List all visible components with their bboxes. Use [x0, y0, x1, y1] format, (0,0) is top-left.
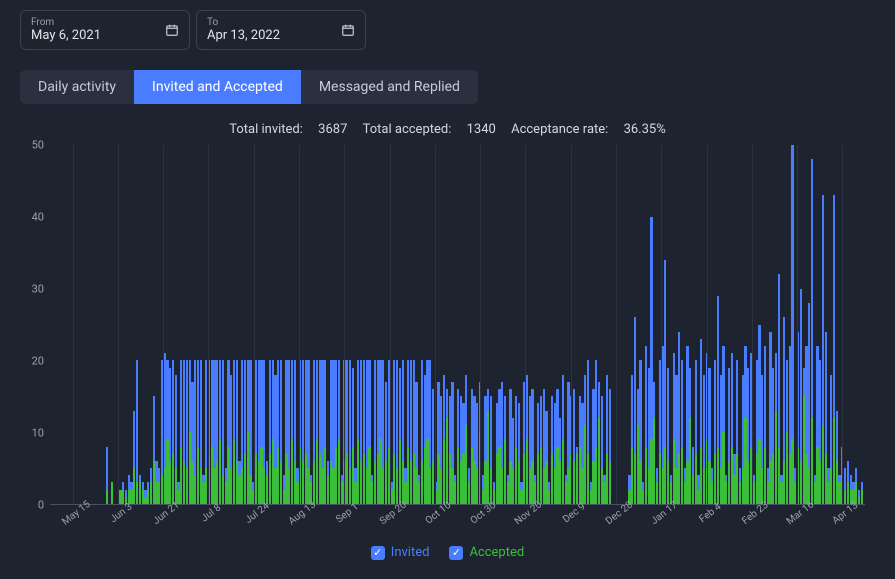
- x-axis: May 15Jun 3Jun 21Jul 8Jul 24Aug 13Sep 1S…: [50, 505, 865, 535]
- date-to-label: To: [207, 17, 280, 28]
- bar-slot: [860, 145, 863, 504]
- grid-line: [480, 145, 481, 504]
- date-from-value: May 6, 2021: [31, 28, 101, 43]
- date-from-label: From: [31, 17, 101, 28]
- grid-line: [299, 145, 300, 504]
- x-tick: Oct 10: [423, 500, 453, 527]
- chart-bars: [50, 145, 865, 504]
- chart-legend: ✓ Invited ✓ Accepted: [20, 545, 875, 560]
- grid-line: [525, 145, 526, 504]
- x-tick: Jul 24: [243, 501, 271, 526]
- grid-line: [752, 145, 753, 504]
- date-from-picker[interactable]: From May 6, 2021: [20, 10, 190, 50]
- chart-area: 01020304050: [50, 145, 865, 505]
- y-tick: 30: [32, 283, 44, 296]
- grid-line: [118, 145, 119, 504]
- legend-invited-label: Invited: [391, 545, 430, 560]
- checkbox-icon: ✓: [449, 546, 463, 560]
- grid-line: [208, 145, 209, 504]
- total-accepted-value: 1340: [467, 122, 496, 137]
- legend-invited[interactable]: ✓ Invited: [371, 545, 430, 560]
- grid-line: [435, 145, 436, 504]
- date-to-value: Apr 13, 2022: [207, 28, 280, 43]
- y-axis: 01020304050: [20, 145, 48, 505]
- y-tick: 20: [32, 355, 44, 368]
- total-invited-label: Total invited:: [229, 122, 303, 137]
- calendar-icon: [341, 23, 355, 37]
- tab-messaged-replied[interactable]: Messaged and Replied: [301, 70, 478, 104]
- total-invited-value: 3687: [318, 122, 347, 137]
- x-tick: Jul 8: [200, 502, 224, 524]
- grid-line: [344, 145, 345, 504]
- chart-summary: Total invited: 3687 Total accepted: 1340…: [20, 122, 875, 137]
- acceptance-rate-value: 36.35%: [624, 122, 666, 137]
- x-tick: Oct 30: [469, 500, 499, 527]
- checkbox-icon: ✓: [371, 546, 385, 560]
- date-range-row: From May 6, 2021 To Apr 13, 2022: [20, 10, 875, 50]
- tab-invited-accepted[interactable]: Invited and Accepted: [134, 70, 301, 104]
- bar-accepted: [861, 490, 863, 504]
- grid-line: [571, 145, 572, 504]
- x-tick: Sep 1: [334, 501, 360, 525]
- chart-tabs: Daily activity Invited and Accepted Mess…: [20, 70, 478, 104]
- tab-daily-activity[interactable]: Daily activity: [20, 70, 134, 104]
- acceptance-rate-label: Acceptance rate:: [511, 122, 608, 137]
- grid-line: [842, 145, 843, 504]
- calendar-icon: [165, 23, 179, 37]
- legend-accepted[interactable]: ✓ Accepted: [449, 545, 524, 560]
- chart-plot: [50, 145, 865, 505]
- x-tick: Dec 9: [561, 501, 588, 525]
- grid-line: [390, 145, 391, 504]
- y-tick: 0: [38, 499, 44, 512]
- x-tick: Jun 3: [108, 501, 134, 525]
- total-accepted-label: Total accepted:: [363, 122, 452, 137]
- grid-line: [797, 145, 798, 504]
- grid-line: [163, 145, 164, 504]
- legend-accepted-label: Accepted: [469, 545, 524, 560]
- y-tick: 10: [32, 427, 44, 440]
- grid-line: [661, 145, 662, 504]
- y-tick: 50: [32, 139, 44, 152]
- date-to-picker[interactable]: To Apr 13, 2022: [196, 10, 366, 50]
- x-tick: Feb 4: [697, 501, 723, 525]
- grid-line: [707, 145, 708, 504]
- grid-line: [254, 145, 255, 504]
- y-tick: 40: [32, 211, 44, 224]
- grid-line: [73, 145, 74, 504]
- grid-line: [616, 145, 617, 504]
